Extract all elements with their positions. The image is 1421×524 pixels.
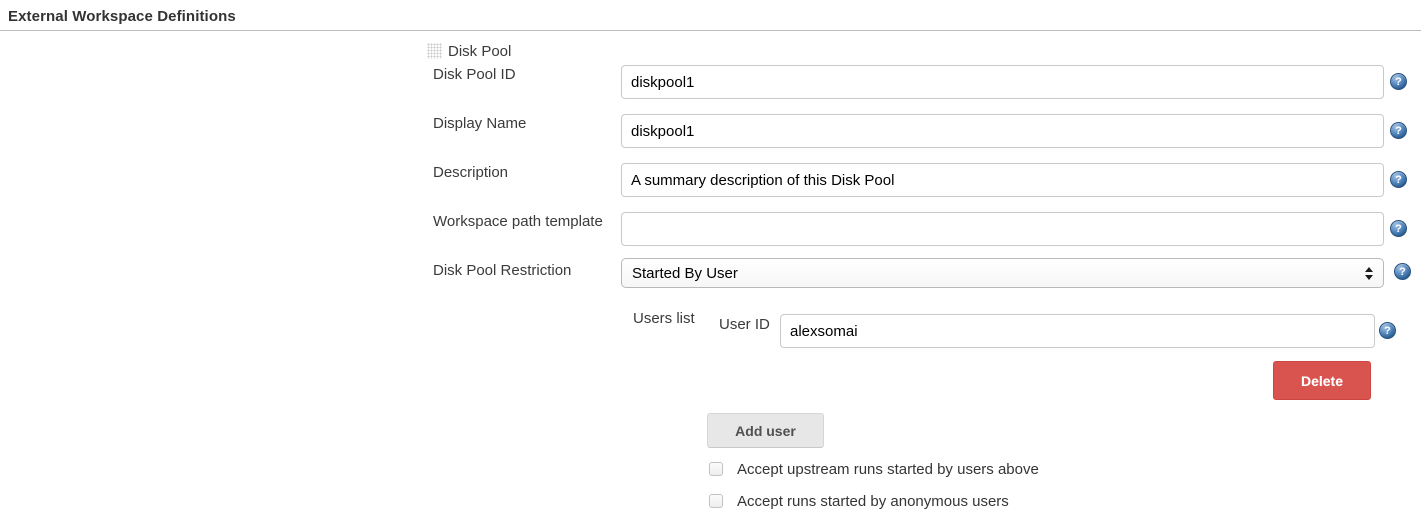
help-icon[interactable]: ? bbox=[1390, 220, 1407, 237]
question-glyph: ? bbox=[1395, 223, 1402, 235]
help-icon[interactable]: ? bbox=[1390, 122, 1407, 139]
accept-anonymous-runs-label: Accept runs started by anonymous users bbox=[737, 493, 1009, 510]
delete-user-button[interactable]: Delete bbox=[1273, 361, 1371, 400]
display-name-input[interactable] bbox=[621, 114, 1384, 148]
user-id-input[interactable] bbox=[780, 314, 1375, 348]
page-title: External Workspace Definitions bbox=[8, 8, 236, 25]
description-label: Description bbox=[433, 164, 508, 181]
user-id-label: User ID bbox=[719, 316, 770, 333]
workspace-path-template-input[interactable] bbox=[621, 212, 1384, 246]
disk-pool-block-label: Disk Pool bbox=[448, 43, 511, 60]
display-name-label: Display Name bbox=[433, 115, 526, 132]
description-input[interactable] bbox=[621, 163, 1384, 197]
accept-upstream-runs-checkbox[interactable] bbox=[709, 462, 723, 476]
accept-upstream-runs-label: Accept upstream runs started by users ab… bbox=[737, 461, 1039, 478]
disk-pool-id-input[interactable] bbox=[621, 65, 1384, 99]
disk-pool-restriction-select[interactable]: Started By User bbox=[621, 258, 1384, 288]
disk-pool-restriction-label: Disk Pool Restriction bbox=[433, 262, 571, 279]
section-divider bbox=[0, 30, 1421, 31]
users-list-label: Users list bbox=[633, 310, 695, 327]
selected-option-text: Started By User bbox=[632, 265, 1365, 282]
help-icon[interactable]: ? bbox=[1390, 171, 1407, 188]
add-user-button[interactable]: Add user bbox=[707, 413, 824, 448]
question-glyph: ? bbox=[1399, 266, 1406, 278]
question-glyph: ? bbox=[1395, 174, 1402, 186]
question-glyph: ? bbox=[1395, 125, 1402, 137]
accept-anonymous-runs-checkbox[interactable] bbox=[709, 494, 723, 508]
drag-handle-icon[interactable] bbox=[427, 43, 442, 59]
disk-pool-id-label: Disk Pool ID bbox=[433, 66, 516, 83]
question-glyph: ? bbox=[1384, 325, 1391, 337]
help-icon[interactable]: ? bbox=[1394, 263, 1411, 280]
help-icon[interactable]: ? bbox=[1390, 73, 1407, 90]
question-glyph: ? bbox=[1395, 76, 1402, 88]
workspace-path-template-label: Workspace path template bbox=[433, 213, 603, 230]
help-icon[interactable]: ? bbox=[1379, 322, 1396, 339]
select-stepper-arrows-icon bbox=[1365, 267, 1373, 280]
